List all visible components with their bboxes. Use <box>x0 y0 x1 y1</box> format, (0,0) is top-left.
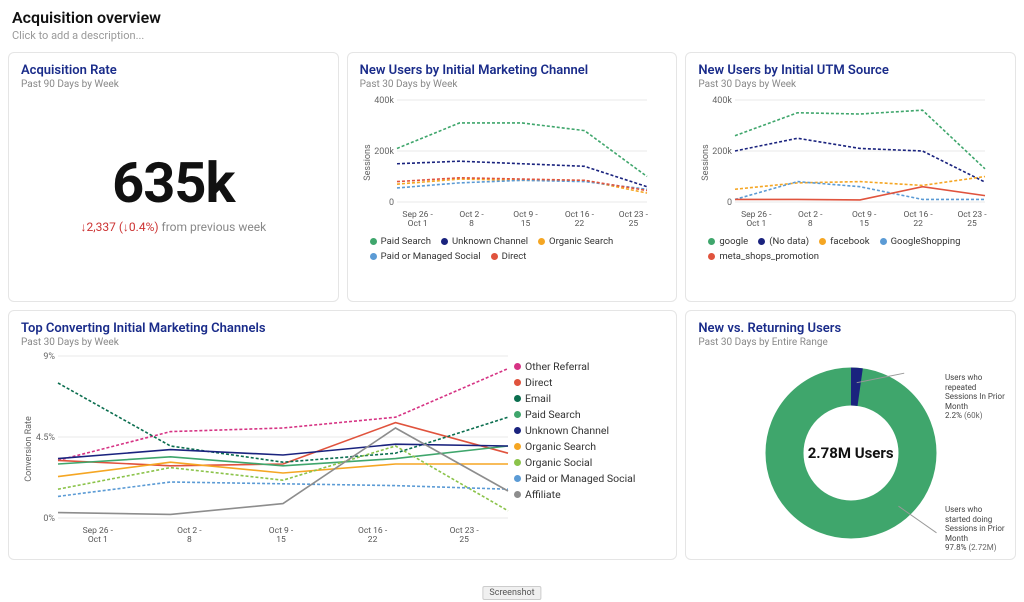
chart-legend: Paid Search Unknown Channel Organic Search… <box>360 236 665 262</box>
donut-label-returning: Users who repeated Sessions In Prior Mon… <box>945 373 1005 421</box>
x-axis-ticks: Sep 26 - Oct 1Oct 2 - 8Oct 9 - 15Oct 16 … <box>711 209 1003 230</box>
svg-text:200k: 200k <box>374 147 394 157</box>
y-axis-label: Sessions <box>360 96 373 230</box>
legend-item[interactable]: Direct <box>491 251 527 262</box>
legend-item[interactable]: Organic Search <box>538 236 613 247</box>
x-axis-ticks: Sep 26 - Oct 1Oct 2 - 8Oct 9 - 15Oct 16 … <box>34 525 514 546</box>
svg-text:0: 0 <box>727 198 732 208</box>
legend-item[interactable]: Other Referral <box>514 360 664 373</box>
legend-item[interactable]: Paid Search <box>514 408 664 421</box>
card-top-converting[interactable]: Top Converting Initial Marketing Channel… <box>8 310 677 560</box>
legend-item[interactable]: Affiliate <box>514 488 664 501</box>
x-axis-ticks: Sep 26 - Oct 1Oct 2 - 8Oct 9 - 15Oct 16 … <box>373 209 665 230</box>
y-axis-label: Sessions <box>698 96 711 230</box>
page-title: Acquisition overview <box>12 8 1012 27</box>
card-subtitle: Past 30 Days by Week <box>698 79 1003 90</box>
chart-legend: google (No data) facebook GoogleShopping met… <box>698 236 1003 262</box>
legend-item[interactable]: Paid Search <box>370 236 431 247</box>
acquisition-rate-value: 635k <box>112 150 234 216</box>
line-chart: 0 200k 400k <box>711 96 991 206</box>
card-new-users-utm[interactable]: New Users by Initial UTM Source Past 30 … <box>685 52 1016 302</box>
chart-legend: Other Referral Direct Email Paid Search Unkn… <box>514 352 664 546</box>
card-title: New Users by Initial Marketing Channel <box>360 63 665 78</box>
acquisition-rate-delta: ↓2,337 (↓0.4%) from previous week <box>80 220 266 234</box>
card-title: Top Converting Initial Marketing Channel… <box>21 321 664 336</box>
legend-item[interactable]: Unknown Channel <box>441 236 528 247</box>
card-acquisition-rate[interactable]: Acquisition Rate Past 90 Days by Week 63… <box>8 52 339 302</box>
legend-item[interactable]: meta_shops_promotion <box>708 251 819 262</box>
svg-text:9%: 9% <box>43 352 55 362</box>
legend-item[interactable]: Paid or Managed Social <box>514 472 664 485</box>
card-subtitle: Past 30 Days by Week <box>21 337 664 348</box>
card-title: New vs. Returning Users <box>698 321 1003 336</box>
legend-item[interactable]: Organic Social <box>514 456 664 469</box>
legend-item[interactable]: Unknown Channel <box>514 424 664 437</box>
legend-item[interactable]: Organic Search <box>514 440 664 453</box>
donut-label-new: Users who started doing Sessions in Prio… <box>945 505 1005 553</box>
donut-center-label: 2.78M Users <box>801 444 901 462</box>
card-new-users-channel[interactable]: New Users by Initial Marketing Channel P… <box>347 52 678 302</box>
card-subtitle: Past 30 Days by Entire Range <box>698 337 1003 348</box>
description-placeholder[interactable]: Click to add a description... <box>12 29 1012 42</box>
legend-item[interactable]: GoogleShopping <box>880 236 961 247</box>
svg-text:0%: 0% <box>43 514 55 524</box>
svg-text:200k: 200k <box>713 147 733 157</box>
legend-item[interactable]: Email <box>514 392 664 405</box>
card-new-vs-returning[interactable]: New vs. Returning Users Past 30 Days by … <box>685 310 1016 560</box>
line-chart: 0 200k 400k <box>373 96 653 206</box>
screenshot-button[interactable]: Screenshot <box>482 586 541 600</box>
svg-text:0: 0 <box>389 198 394 208</box>
legend-item[interactable]: Paid or Managed Social <box>370 251 481 262</box>
svg-text:400k: 400k <box>713 96 733 106</box>
svg-text:400k: 400k <box>374 96 394 106</box>
card-title: New Users by Initial UTM Source <box>698 63 1003 78</box>
legend-item[interactable]: google <box>708 236 748 247</box>
card-title: Acquisition Rate <box>21 63 326 78</box>
legend-item[interactable]: Direct <box>514 376 664 389</box>
legend-item[interactable]: (No data) <box>758 236 809 247</box>
line-chart: 0% 4.5% 9% <box>34 352 514 522</box>
card-subtitle: Past 90 Days by Week <box>21 79 326 90</box>
svg-text:4.5%: 4.5% <box>36 433 55 443</box>
card-subtitle: Past 30 Days by Week <box>360 79 665 90</box>
legend-item[interactable]: facebook <box>819 236 869 247</box>
y-axis-label: Conversion Rate <box>21 352 34 546</box>
